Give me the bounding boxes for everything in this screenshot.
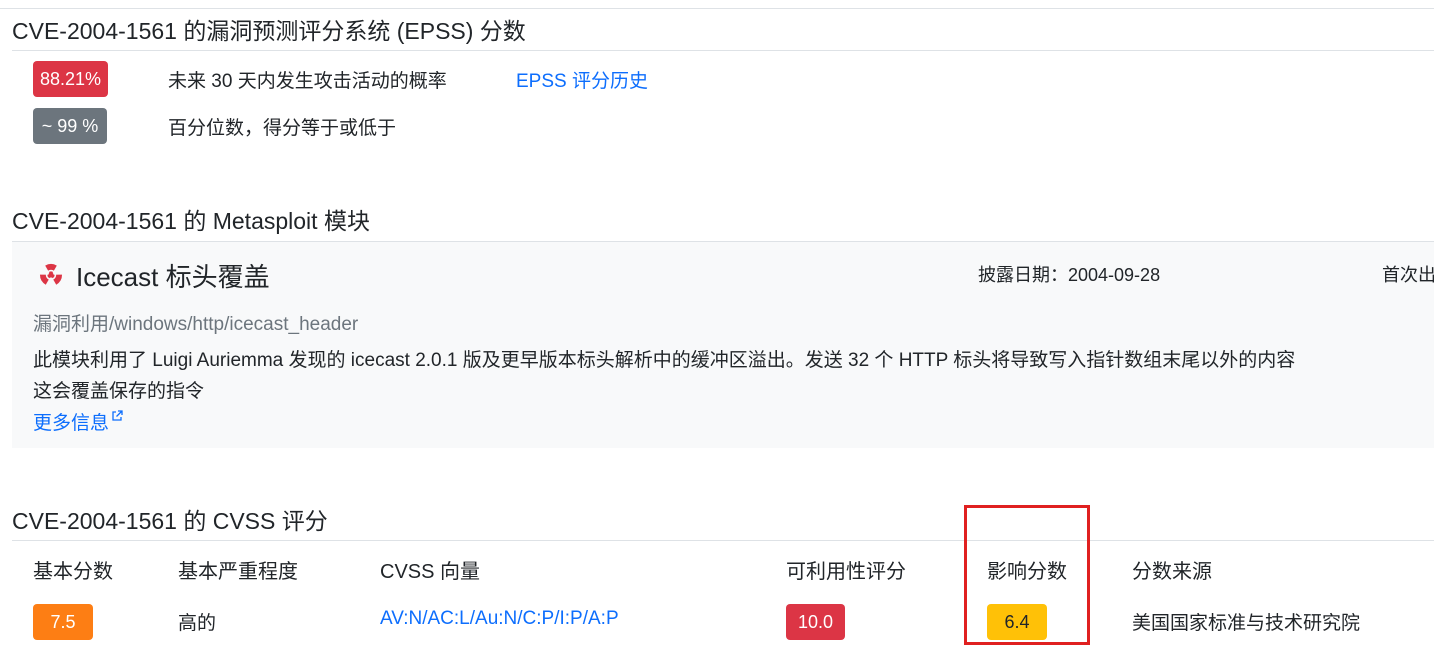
module-description: 此模块利用了 Luigi Auriemma 发现的 icecast 2.0.1 …: [33, 345, 1434, 407]
cvss-base-severity: 高的: [178, 613, 217, 634]
epss-section-title: CVE-2004-1561 的漏洞预测评分系统 (EPSS) 分数: [12, 18, 526, 44]
module-title: Icecast 标头覆盖: [76, 262, 270, 292]
cvss-header-base-score: 基本分数: [33, 561, 113, 583]
epss-percentile-label: 百分位数，得分等于或低于: [168, 118, 397, 139]
cvss-base-score-badge: 7.5: [33, 604, 93, 640]
module-description-line-2: 这会覆盖保存的指令: [33, 381, 205, 402]
external-link-icon: [112, 410, 123, 421]
cvss-section-title: CVE-2004-1561 的 CVSS 评分: [12, 508, 328, 534]
module-path: 漏洞利用/windows/http/icecast_header: [33, 314, 359, 335]
cvss-header-exploitability: 可利用性评分: [786, 561, 906, 583]
top-divider: [0, 8, 1434, 9]
cvss-score-source: 美国国家标准与技术研究院: [1132, 613, 1361, 634]
epss-probability-label: 未来 30 天内发生攻击活动的概率: [168, 71, 447, 92]
more-info-link[interactable]: 更多信息: [33, 408, 123, 435]
cvss-divider: [12, 540, 1434, 541]
cvss-header-vector: CVSS 向量: [380, 561, 481, 583]
cvss-header-base-severity: 基本严重程度: [178, 561, 298, 583]
metasploit-section-title: CVE-2004-1561 的 Metasploit 模块: [12, 208, 370, 234]
cvss-exploitability-badge: 10.0: [786, 604, 845, 640]
epss-divider: [12, 50, 1434, 51]
module-description-line-1: 此模块利用了 Luigi Auriemma 发现的 icecast 2.0.1 …: [33, 350, 1296, 371]
module-first-seen-label: 首次出: [1382, 265, 1434, 285]
impact-score-highlight: [964, 505, 1090, 645]
epss-history-link[interactable]: EPSS 评分历史: [516, 66, 648, 93]
radiation-icon: [39, 264, 63, 285]
module-disclosure-date: 披露日期：2004-09-28: [978, 265, 1161, 285]
epss-percentile-badge: ~ 99 %: [33, 108, 107, 144]
more-info-label: 更多信息: [33, 413, 110, 434]
epss-probability-badge: 88.21%: [33, 61, 108, 97]
page: CVE-2004-1561 的漏洞预测评分系统 (EPSS) 分数 88.21%…: [0, 0, 1434, 651]
cvss-vector-link[interactable]: AV:N/AC:L/Au:N/C:P/I:P/A:P: [380, 608, 619, 630]
cvss-header-source: 分数来源: [1132, 561, 1212, 583]
